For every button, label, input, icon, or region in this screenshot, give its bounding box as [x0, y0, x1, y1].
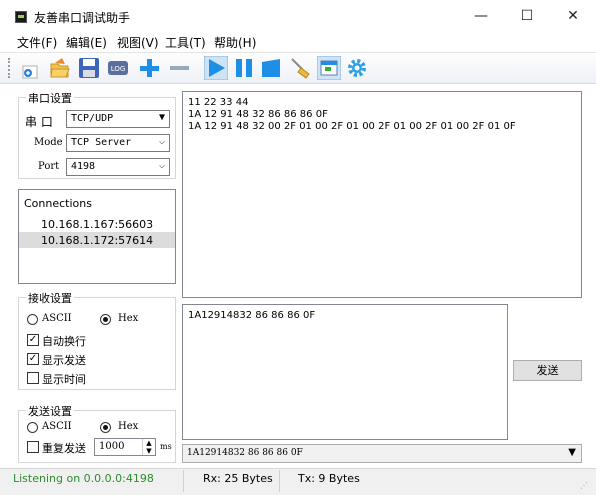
menu-edit[interactable]: 编辑(E) — [66, 34, 107, 51]
chevron-down-icon: ⌵ — [158, 136, 165, 147]
send-settings-title: 发送设置 — [26, 403, 74, 419]
connection-item[interactable]: 10.168.1.167:56603 — [41, 218, 153, 231]
show-time-checkbox[interactable] — [27, 372, 39, 384]
port-select[interactable]: TCP/UDP ▼ — [66, 110, 170, 128]
send-history-value: 1A12914832 86 86 86 0F — [187, 448, 303, 458]
chevron-down-icon: ⌵ — [158, 160, 165, 171]
toolbar-grip-icon[interactable] — [8, 58, 11, 78]
menu-view[interactable]: 视图(V) — [117, 34, 159, 51]
status-divider — [279, 470, 280, 492]
repeat-interval-value: 1000 — [99, 441, 125, 452]
app-icon — [15, 11, 27, 23]
window-title: 友善串口调试助手 — [34, 11, 131, 25]
port-number-label: Port — [38, 161, 60, 172]
port-label: 串 口 — [25, 115, 53, 129]
dropdown-arrow-icon: ▼ — [568, 447, 576, 458]
status-divider — [183, 470, 184, 492]
receive-hex-radio[interactable] — [100, 314, 111, 325]
serial-settings-title: 串口设置 — [26, 90, 74, 106]
auto-wrap-checkbox[interactable]: ✓ — [27, 334, 39, 346]
port-number-select[interactable]: 4198 ⌵ — [66, 158, 170, 176]
menu-help[interactable]: 帮助(H) — [214, 34, 256, 51]
repeat-send-checkbox[interactable] — [27, 441, 39, 453]
mode-select-value: TCP Server — [71, 137, 132, 148]
clear-icon[interactable] — [288, 56, 312, 80]
maximize-button[interactable]: ☐ — [504, 0, 550, 32]
listening-status: Listening on 0.0.0.0:4198 — [13, 472, 154, 485]
send-ascii-radio[interactable] — [27, 422, 38, 433]
receive-line: 11 22 33 44 — [188, 97, 249, 108]
connection-item[interactable]: 10.168.1.172:57614 — [41, 234, 153, 247]
svg-text:LOG: LOG — [111, 65, 126, 73]
window-icon[interactable] — [317, 56, 341, 80]
receive-line: 1A 12 91 48 32 86 86 86 0F — [188, 109, 328, 120]
receive-ascii-label: ASCII — [42, 313, 72, 324]
rx-count: Rx: 25 Bytes — [203, 472, 273, 485]
receive-ascii-radio[interactable] — [27, 314, 38, 325]
remove-icon[interactable] — [167, 56, 191, 80]
send-hex-label: Hex — [118, 421, 139, 432]
settings-icon[interactable] — [345, 56, 369, 80]
pause-icon[interactable] — [232, 56, 256, 80]
auto-wrap-label: 自动换行 — [42, 335, 86, 348]
send-text-area[interactable] — [182, 304, 508, 440]
send-text: 1A12914832 86 86 86 0F — [188, 310, 316, 321]
play-icon[interactable] — [204, 56, 228, 80]
connections-title: Connections — [24, 197, 92, 210]
show-time-label: 显示时间 — [42, 373, 86, 386]
tx-count: Tx: 9 Bytes — [298, 472, 360, 485]
spin-arrows-icon[interactable]: ▲ ▼ — [142, 439, 155, 455]
repeat-unit-label: ms — [160, 442, 172, 451]
port-select-value: TCP/UDP — [71, 113, 114, 124]
minimize-button[interactable]: — — [458, 0, 504, 32]
stop-icon[interactable] — [259, 56, 283, 80]
log-icon[interactable]: LOG — [106, 56, 130, 80]
dropdown-arrow-icon: ▼ — [158, 112, 165, 123]
send-button[interactable]: 发送 — [513, 360, 582, 381]
show-send-checkbox[interactable]: ✓ — [27, 353, 39, 365]
receive-line: 1A 12 91 48 32 00 2F 01 00 2F 01 00 2F 0… — [188, 121, 516, 132]
close-button[interactable]: ✕ — [550, 0, 596, 32]
new-icon[interactable] — [19, 56, 43, 80]
repeat-interval-input[interactable]: 1000 ▲ ▼ — [94, 438, 156, 456]
port-number-value: 4198 — [71, 161, 96, 172]
send-hex-radio[interactable] — [100, 422, 111, 433]
show-send-label: 显示发送 — [42, 354, 86, 367]
receive-settings-title: 接收设置 — [26, 290, 74, 306]
add-icon[interactable] — [137, 56, 161, 80]
save-icon[interactable] — [77, 56, 101, 80]
repeat-send-label: 重复发送 — [42, 442, 86, 455]
mode-select[interactable]: TCP Server ⌵ — [66, 134, 170, 152]
send-history-combo[interactable]: 1A12914832 86 86 86 0F ▼ — [182, 444, 582, 463]
resize-grip-icon[interactable]: ⋰ — [580, 481, 588, 490]
mode-label: Mode — [34, 137, 63, 148]
menu-tools[interactable]: 工具(T) — [165, 34, 206, 51]
receive-hex-label: Hex — [118, 313, 139, 324]
menu-file[interactable]: 文件(F) — [17, 34, 57, 51]
send-ascii-label: ASCII — [42, 421, 72, 432]
open-icon[interactable] — [48, 56, 72, 80]
